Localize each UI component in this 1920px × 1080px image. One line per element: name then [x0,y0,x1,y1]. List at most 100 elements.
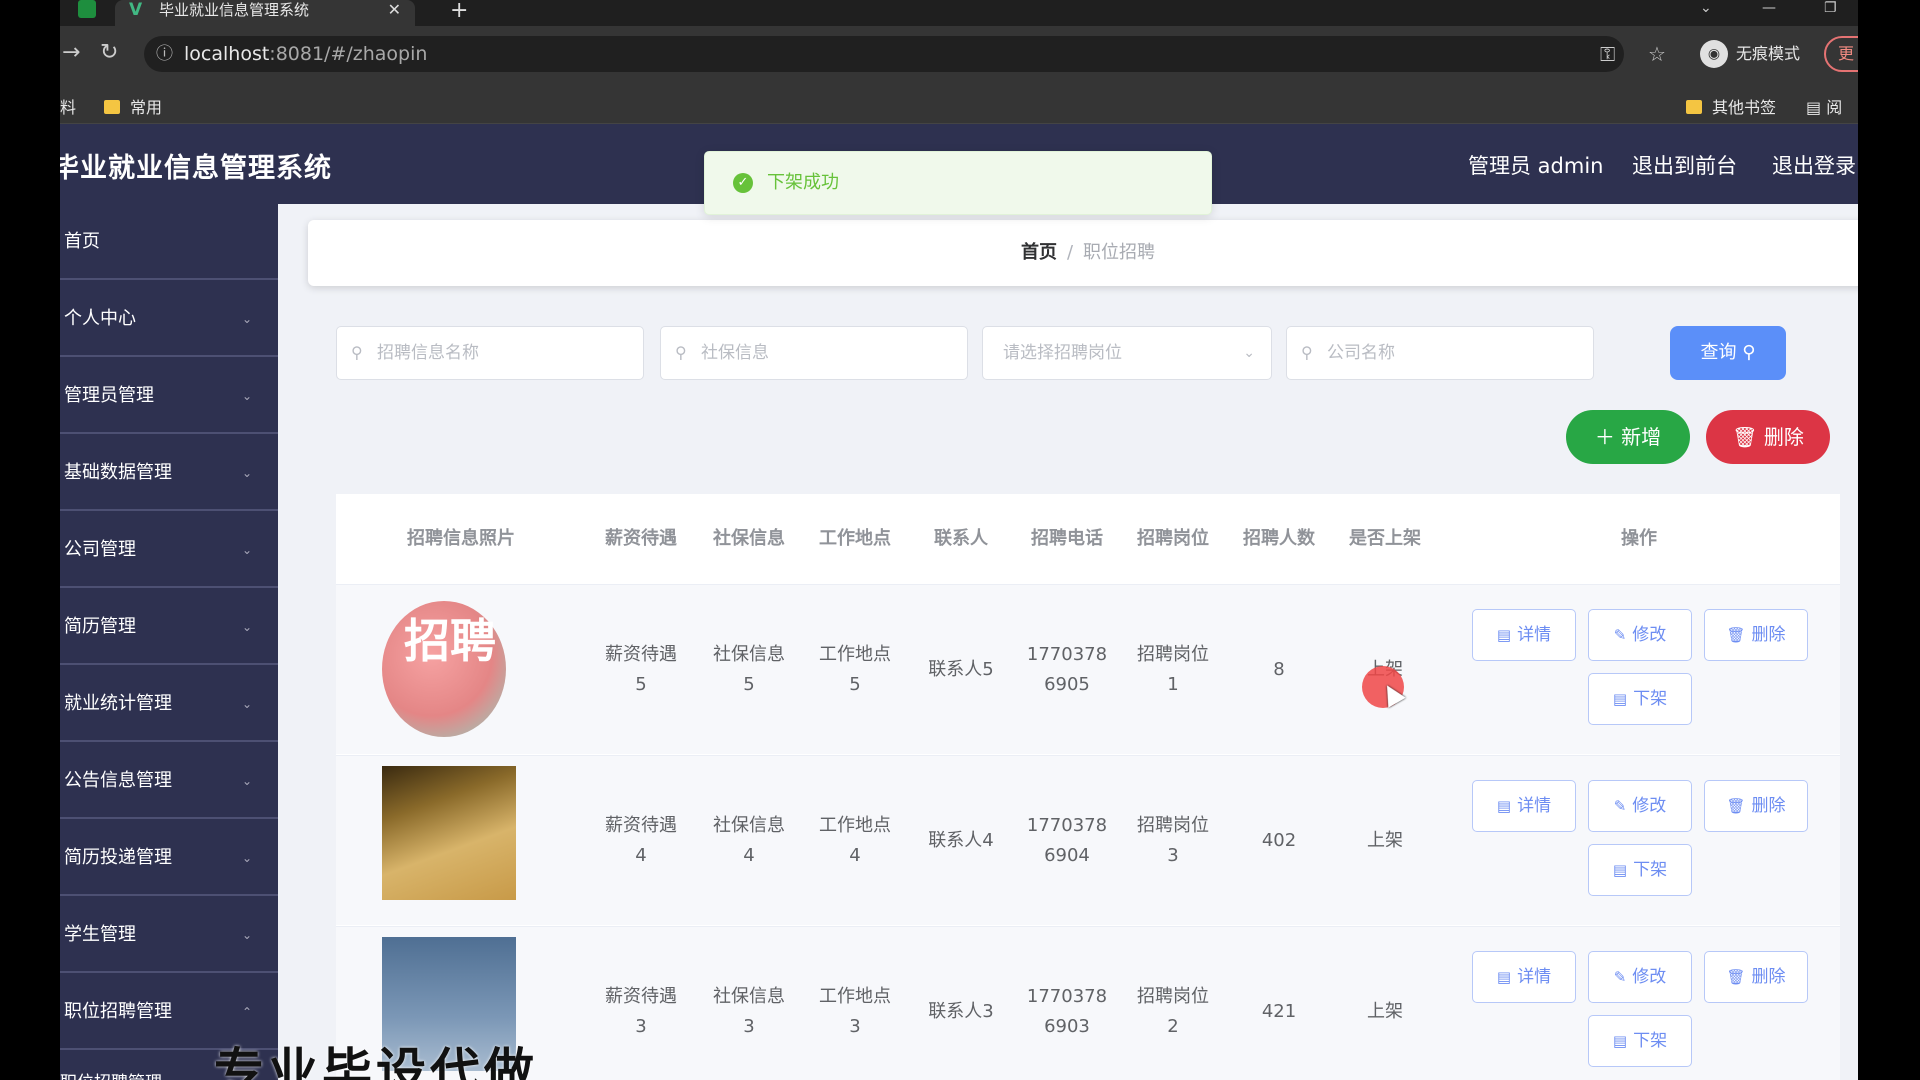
sidebar-item-label: 职位招聘管理 [64,1001,172,1022]
count-cell: 402 [1261,830,1297,851]
col-header-phone: 招聘电话 [1031,528,1103,549]
edit-icon: ✎ [1613,968,1627,986]
social-text: 社保信息 [713,986,785,1007]
browser-tabbar: V 毕业就业信息管理系统 ✕ + ⌄ — ❐ [60,0,1858,26]
position-text: 招聘岗位 [1137,644,1209,665]
restore-icon[interactable]: ❐ [1824,0,1837,16]
sidebar-item-students[interactable]: 学生管理 ⌄ [60,897,278,973]
add-button[interactable]: ＋ 新增 [1566,410,1690,464]
location-text: 工作地点 [819,644,891,665]
sidebar-item-label: 简历投递管理 [64,847,172,868]
detail-label: 详情 [1517,625,1552,645]
contact-cell: 联系人5 [928,659,994,680]
delete-button[interactable]: 🗑 删除 [1704,609,1808,661]
offshelf-label: 下架 [1633,689,1668,709]
salary-cell: 薪资待遇 4 [586,756,696,926]
location-num: 3 [849,1016,861,1037]
edit-icon: ✎ [1613,626,1627,644]
edit-button[interactable]: ✎ 修改 [1588,609,1692,661]
update-button[interactable]: 更 [1824,36,1858,72]
tab-close-icon[interactable]: ✕ [388,0,401,20]
query-button[interactable]: 查询 ⚲ [1670,326,1786,380]
position-text: 招聘岗位 [1137,815,1209,836]
reading-list-icon: ▤ [1806,98,1827,117]
position-cell: 招聘岗位 2 [1120,927,1226,1080]
social-num: 4 [743,845,755,866]
logout-link[interactable]: 退出登录 [1772,150,1856,180]
sidebar-item-base-data[interactable]: 基础数据管理 ⌄ [60,435,278,511]
new-tab-icon[interactable]: + [450,0,468,23]
bookmark-star-icon[interactable]: ☆ [1648,42,1666,66]
social-num: 5 [743,674,755,695]
salary-text: 薪资待遇 [605,986,677,1007]
trash-icon: 🗑 [1726,797,1746,815]
offshelf-label: 下架 [1633,860,1668,880]
toast-message: 下架成功 [767,172,839,193]
sidebar-item-label: 就业统计管理 [64,693,172,714]
bookmark-other[interactable]: 其他书签 [1686,94,1776,118]
sidebar-item-employment-stats[interactable]: 就业统计管理 ⌄ [60,666,278,742]
delete-button[interactable]: 🗑 删除 [1704,951,1808,1003]
edit-icon: ✎ [1613,797,1627,815]
sidebar-item-resume-delivery[interactable]: 简历投递管理 ⌄ [60,820,278,896]
incognito-icon: ◉ [1700,40,1728,68]
col-header-salary: 薪资待遇 [605,528,677,549]
listed-cell: 上架 [1367,830,1403,851]
salary-cell: 薪资待遇 5 [586,585,696,755]
location-text: 工作地点 [819,986,891,1007]
breadcrumb-home[interactable]: 首页 [1021,242,1057,263]
detail-button[interactable]: ▤ 详情 [1472,951,1576,1003]
company-name-input[interactable]: ⚲ 公司名称 [1286,326,1594,380]
forward-icon[interactable]: → [62,40,80,65]
exit-to-front-link[interactable]: 退出到前台 [1632,150,1737,180]
detail-button[interactable]: ▤ 详情 [1472,609,1576,661]
bookmark-common[interactable]: 常用 [104,94,162,118]
offshelf-button[interactable]: ▤ 下架 [1588,844,1692,896]
offshelf-button[interactable]: ▤ 下架 [1588,673,1692,725]
reading-list[interactable]: ▤ 阅 [1806,94,1842,118]
sidebar-item-label: 基础数据管理 [64,462,172,483]
social-security-placeholder: 社保信息 [701,343,769,363]
salary-num: 5 [635,674,647,695]
detail-label: 详情 [1517,796,1552,816]
sheets-favicon-icon[interactable] [78,0,96,18]
incognito-label: 无痕模式 [1736,44,1801,63]
salary-num: 4 [635,845,647,866]
browser-tab[interactable]: V 毕业就业信息管理系统 ✕ [115,0,415,26]
main-content: 首页 / 职位招聘 ⚲ 招聘信息名称 ⚲ 社保信息 请选择招聘岗位 ⌄ ⚲ 公司名称 查询 … [278,204,1858,1080]
sidebar-subitem-recruitment[interactable]: 职位招聘管理 [60,1068,162,1080]
offshelf-button[interactable]: ▤ 下架 [1588,1015,1692,1067]
sidebar-item-admins[interactable]: 管理员管理 ⌄ [60,358,278,434]
col-header-location: 工作地点 [819,528,891,549]
edit-button[interactable]: ✎ 修改 [1588,780,1692,832]
reload-icon[interactable]: ↻ [100,40,118,65]
address-bar[interactable]: ⓘ localhost:8081/#/zhaopin [144,36,1624,72]
detail-label: 详情 [1517,967,1552,987]
position-select[interactable]: 请选择招聘岗位 ⌄ [982,326,1272,380]
url-host: localhost [184,43,270,65]
col-header-listed: 是否上架 [1349,528,1421,549]
salary-cell: 薪资待遇 3 [586,927,696,1080]
key-icon[interactable]: ⚿ [1600,42,1615,66]
minimize-icon[interactable]: — [1762,0,1776,16]
batch-delete-button[interactable]: 🗑 删除 [1706,410,1830,464]
incognito-indicator[interactable]: ◉ 无痕模式 [1700,36,1800,72]
tab-search-icon[interactable]: ⌄ [1700,0,1712,16]
detail-button[interactable]: ▤ 详情 [1472,780,1576,832]
site-info-icon[interactable]: ⓘ [156,36,173,72]
sidebar-item-home[interactable]: 首页 [60,204,278,280]
sidebar-item-resume[interactable]: 简历管理 ⌄ [60,589,278,665]
recruit-name-input[interactable]: ⚲ 招聘信息名称 [336,326,644,380]
contact-cell: 联系人3 [928,1001,994,1022]
phone-cell: 1770378 6905 [1014,585,1120,755]
edit-button[interactable]: ✎ 修改 [1588,951,1692,1003]
sidebar-item-personal[interactable]: 个人中心 ⌄ [60,281,278,357]
sidebar-item-notices[interactable]: 公告信息管理 ⌄ [60,743,278,819]
delete-button[interactable]: 🗑 删除 [1704,780,1808,832]
sidebar-item-label: 首页 [64,231,100,252]
sidebar-item-company[interactable]: 公司管理 ⌄ [60,512,278,588]
position-num: 1 [1167,674,1179,695]
social-security-input[interactable]: ⚲ 社保信息 [660,326,968,380]
phone-part: 1770378 [1026,815,1108,836]
bookmark-partial[interactable]: 料 [60,94,76,118]
